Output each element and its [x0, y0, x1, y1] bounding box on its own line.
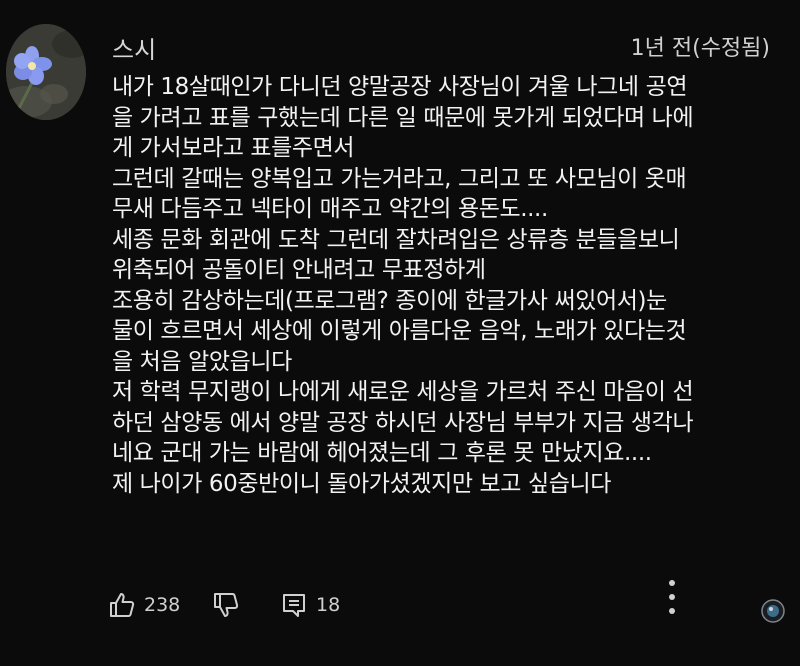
thumbs-up-icon [110, 593, 135, 617]
comment-line: 그런데 갈때는 양복입고 가는거라고, 그리고 또 사모님이 옷매 [112, 165, 687, 192]
like-button[interactable]: 238 [108, 588, 180, 622]
comment-line: 을 가려고 표를 구했는데 다른 일 때문에 못가게 되었다며 나에 [112, 104, 694, 131]
comment-line: 내가 18살때인가 다니던 양말공장 사장님이 겨울 나그네 공연 [112, 74, 688, 100]
comment-line: 제 나이가 60중반이니 돌아가셨겠지만 보고 싶습니다 [112, 470, 611, 497]
comment-actions: 238 18 [108, 580, 798, 623]
comment-line: 위축되어 공돌이티 안내려고 무표정하게 [112, 257, 486, 283]
like-count: 238 [144, 594, 181, 616]
comment-line: 무새 다듬주고 넥타이 매주고 약간의 용돈도.... [112, 196, 548, 222]
comment-thread: 스시 1년 전(수정됨) 내가 18살때인가 다니던 양말공장 사장님이 겨울 … [0, 0, 800, 666]
comment-line: 물이 흐르면서 세상에 이렇게 아름다운 음악, 노래가 있다는것 [112, 318, 687, 344]
avatar[interactable] [6, 24, 86, 120]
flower-avatar-image [6, 24, 86, 120]
more-vertical-icon [669, 580, 675, 614]
comment-line: 을 처음 알았읍니다 [112, 348, 292, 375]
reply-icon [283, 594, 305, 617]
comment-line: 게 가서보라고 표를주면서 [112, 135, 355, 161]
comment-timestamp[interactable]: 1년 전(수정됨) [631, 30, 770, 62]
sponsor-icon [761, 599, 785, 623]
thumbs-down-icon [214, 593, 239, 617]
more-options-button[interactable] [666, 580, 678, 614]
dislike-button[interactable] [212, 588, 240, 622]
sponsor-button[interactable] [760, 594, 786, 628]
reply-count: 18 [316, 594, 341, 616]
reply-button[interactable]: 18 [280, 588, 340, 622]
comment-text: 내가 18살때인가 다니던 양말공장 사장님이 겨울 나그네 공연 을 가려고 … [112, 72, 790, 499]
comment-line: 세종 문화 회관에 도착 그런데 잘차려입은 상류층 분들을보니 [112, 226, 680, 253]
comment-author[interactable]: 스시 [112, 30, 156, 65]
comment-line: 하던 삼양동 에서 양말 공장 하시던 사장님 부부가 지금 생각나 [112, 409, 694, 436]
comment-line: 조용히 감상하는데(프로그램? 종이에 한글가사 써있어서)눈 [112, 287, 667, 314]
comment-line: 네요 군대 가는 바람에 헤어졌는데 그 후론 못 만났지요.... [112, 440, 652, 466]
comment-line: 저 학력 무지랭이 나에게 새로운 세상을 가르처 주신 마음이 선 [112, 379, 694, 405]
